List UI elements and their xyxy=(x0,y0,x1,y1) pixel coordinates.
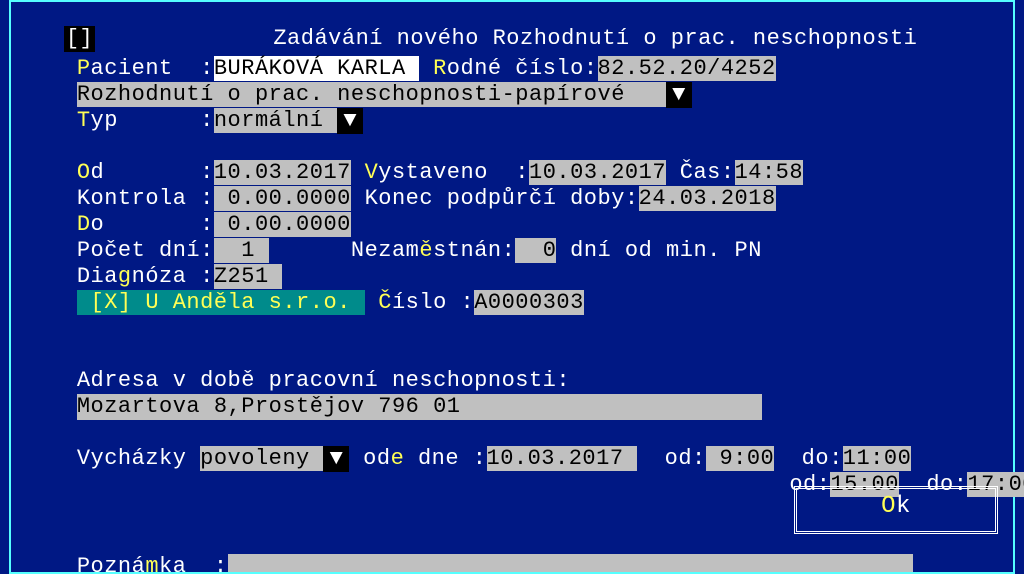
organization-checkbox[interactable]: [X] U Anděla s.r.o. xyxy=(77,290,365,315)
row-decision-type: Rozhodnutí o prac. neschopnosti-papírové… xyxy=(22,56,1006,82)
hotkey: T xyxy=(77,108,91,133)
hotkey: O xyxy=(881,493,896,520)
type-field[interactable]: normální xyxy=(214,108,337,133)
title-bar: [] Zadávání nového Rozhodnutí o prac. ne… xyxy=(9,0,1015,26)
number-field[interactable]: A0000303 xyxy=(474,290,584,315)
row-diagnosis: Diagnóza :Z251 xyxy=(22,238,1006,264)
row-address: Mozartova 8,Prostějov 796 01 xyxy=(22,368,1006,394)
row-days: Počet dní: 1 Nezaměstnán: 0 dní od min. … xyxy=(22,212,1006,238)
row-organization: [X] U Anděla s.r.o. Číslo :A0000303 xyxy=(22,264,1006,290)
row-walks-2: od:15:00 do:17:00 xyxy=(22,446,1006,472)
address-field[interactable]: Mozartova 8,Prostějov 796 01 xyxy=(77,394,762,420)
address-heading: Adresa v době pracovní neschopnosti: xyxy=(22,342,1006,368)
ok-button[interactable]: Ok xyxy=(794,486,998,534)
row-kontrola: Kontrola : 0.00.0000 Konec podpůrčí doby… xyxy=(22,160,1006,186)
row-do: Do : 0.00.0000 xyxy=(22,186,1006,212)
row-walks: Vycházky povoleny ▼ ode dne :10.03.2017 … xyxy=(22,420,1006,446)
row-type: Typ :normální ▼ xyxy=(22,82,1006,108)
note-field[interactable] xyxy=(228,554,913,574)
hotkey: Č xyxy=(378,290,392,315)
row-patient: PPacient :acient :BURÁKOVÁ KARLA Rodné č… xyxy=(22,30,1006,56)
row-dates-from: Od :10.03.2017 Vystaveno :10.03.2017 Čas… xyxy=(22,134,1006,160)
hotkey: m xyxy=(145,554,159,574)
dropdown-down-icon[interactable]: ▼ xyxy=(337,108,363,134)
